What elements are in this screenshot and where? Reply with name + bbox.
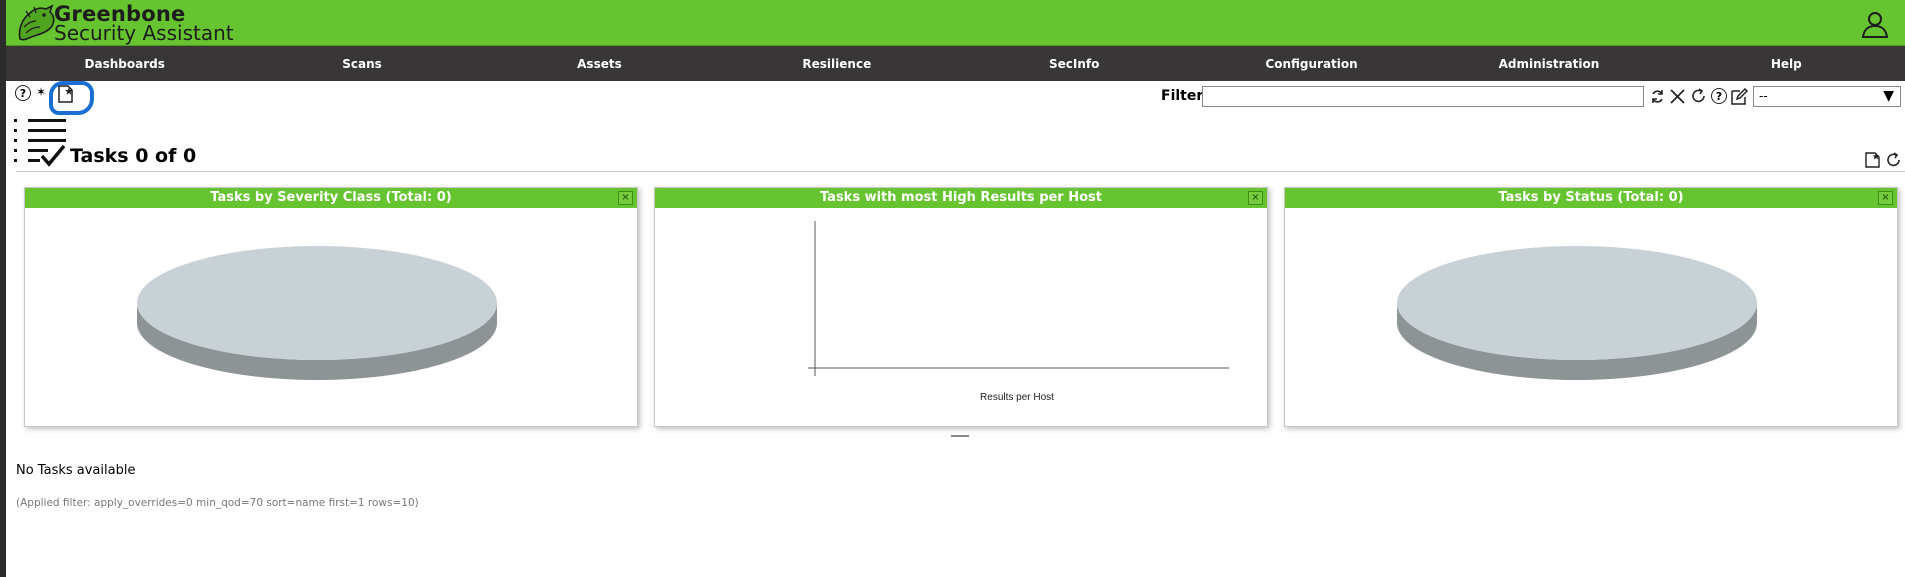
filter-label: Filter <box>1161 88 1204 104</box>
x-axis-label: Results per Host <box>980 392 1054 403</box>
page-title: Tasks 0 of 0 <box>70 145 197 167</box>
applied-filter-text: (Applied filter: apply_overrides=0 min_q… <box>16 497 419 509</box>
panel-title[interactable]: Tasks by Status (Total: 0) × <box>1285 188 1897 208</box>
wizard-icon[interactable]: ✶ <box>36 84 46 100</box>
window-edge <box>0 0 6 577</box>
refresh-filter-icon[interactable] <box>1650 89 1665 104</box>
greenbone-logo-icon <box>18 4 55 41</box>
empty-tasks-message: No Tasks available <box>16 463 136 478</box>
filter-input[interactable] <box>1202 86 1644 107</box>
filter-help-icon[interactable]: ? <box>1711 88 1727 104</box>
app-header: Greenbone Security Assistant <box>6 0 1905 46</box>
user-icon[interactable] <box>1861 10 1889 38</box>
title-divider <box>16 171 1905 172</box>
task-list-icon <box>14 119 66 167</box>
panel-high-results-per-host: Tasks with most High Results per Host × … <box>654 187 1268 427</box>
panel-severity-class: Tasks by Severity Class (Total: 0) × <box>24 187 638 427</box>
main-nav: Dashboards Scans Assets Resilience SecIn… <box>6 46 1905 81</box>
pie-top <box>1397 246 1757 360</box>
filter-select[interactable]: -- ▼ <box>1753 86 1901 107</box>
edit-filter-icon[interactable] <box>1731 88 1748 105</box>
status-pie-chart <box>1397 246 1757 380</box>
brand-subtitle: Security Assistant <box>54 21 234 45</box>
high-results-bar-chart: Results per Host <box>808 221 1229 403</box>
dropdown-arrow-icon: ▼ <box>1883 88 1894 104</box>
panel-title-text: Tasks by Severity Class (Total: 0) <box>210 190 452 205</box>
panel-status: Tasks by Status (Total: 0) × <box>1284 187 1898 427</box>
panel-title-text: Tasks with most High Results per Host <box>819 190 1103 205</box>
nav-help[interactable]: Help <box>1668 46 1905 81</box>
dashboard-resize-handle[interactable] <box>951 435 969 437</box>
severity-pie-chart <box>137 246 497 380</box>
filter-select-value: -- <box>1759 89 1768 103</box>
nav-scans[interactable]: Scans <box>243 46 480 81</box>
help-icon[interactable]: ? <box>15 85 31 101</box>
nav-assets[interactable]: Assets <box>481 46 718 81</box>
new-dashboard-display-icon[interactable] <box>1865 152 1881 168</box>
reset-dashboard-icon[interactable] <box>1886 152 1902 168</box>
panel-title-text: Tasks by Status (Total: 0) <box>1498 190 1684 205</box>
pie-top <box>137 246 497 360</box>
reset-filter-icon[interactable] <box>1669 88 1686 105</box>
close-icon[interactable]: × <box>1878 191 1893 205</box>
panel-title[interactable]: Tasks by Severity Class (Total: 0) × <box>25 188 637 208</box>
nav-administration[interactable]: Administration <box>1430 46 1667 81</box>
reload-icon[interactable] <box>1691 88 1707 104</box>
panel-title[interactable]: Tasks with most High Results per Host × <box>655 188 1267 208</box>
annotation-highlight <box>49 81 94 115</box>
nav-resilience[interactable]: Resilience <box>718 46 955 81</box>
nav-configuration[interactable]: Configuration <box>1193 46 1430 81</box>
close-icon[interactable]: × <box>618 191 633 205</box>
close-icon[interactable]: × <box>1248 191 1263 205</box>
nav-dashboards[interactable]: Dashboards <box>6 46 243 81</box>
nav-secinfo[interactable]: SecInfo <box>956 46 1193 81</box>
